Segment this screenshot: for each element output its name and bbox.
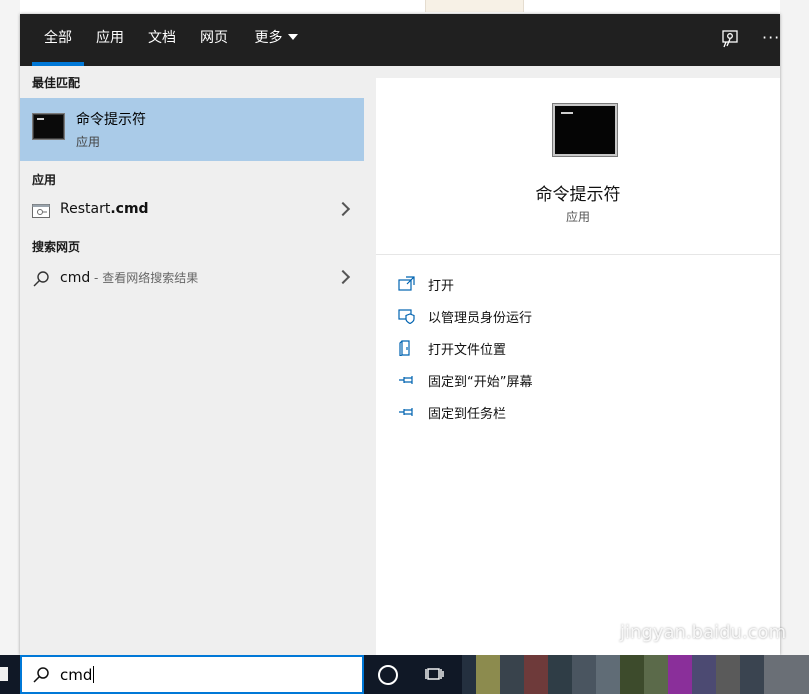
desktop-background-left [0, 0, 20, 655]
tab-documents-label: 文档 [148, 30, 176, 46]
apps-header: 应用 [32, 173, 57, 187]
start-button[interactable] [0, 667, 8, 681]
action-open-file-location-label: 打开文件位置 [428, 343, 507, 358]
script-file-icon [32, 203, 50, 222]
tab-web[interactable]: 网页 [192, 14, 236, 66]
chevron-right-icon[interactable] [335, 269, 351, 285]
cmd-icon [32, 113, 65, 140]
tab-more[interactable]: 更多 [246, 14, 306, 66]
list-item-restart-cmd[interactable]: Restart.cmd [20, 194, 364, 228]
watermark-text: jingyan.baidu.com [620, 622, 787, 643]
taskbar: cmd [0, 655, 809, 694]
search-input-value: cmd [60, 666, 95, 684]
tab-all[interactable]: 全部 [32, 14, 84, 66]
web-search-query: cmd [60, 270, 91, 286]
best-match-title: 命令提示符 [76, 112, 146, 128]
open-icon [398, 276, 416, 292]
best-match-subtitle: 应用 [76, 135, 101, 149]
web-search-label: cmd - 查看网络搜索结果 [60, 269, 198, 286]
search-icon [32, 666, 50, 688]
preview-title: 命令提示符 [535, 185, 621, 205]
search-panel: 全部 应用 文档 网页 更多 ··· 最佳匹配 命令提示符 应用 应用 Rest… [20, 14, 780, 655]
taskbar-apps [462, 655, 809, 694]
feedback-icon[interactable] [720, 28, 742, 50]
search-query-text: cmd [60, 666, 93, 684]
task-view-icon[interactable] [424, 664, 446, 684]
action-run-as-admin-label: 以管理员身份运行 [428, 311, 533, 326]
tab-documents[interactable]: 文档 [140, 14, 184, 66]
tab-more-label: 更多 [254, 30, 283, 46]
cortana-icon[interactable] [378, 665, 398, 685]
web-search-header: 搜索网页 [32, 240, 81, 254]
desktop-background-right [780, 0, 809, 655]
chevron-down-icon [287, 34, 298, 40]
app-item-label: Restart.cmd [60, 201, 149, 217]
preview-subtitle: 应用 [565, 210, 590, 224]
tab-web-label: 网页 [200, 30, 228, 46]
pin-icon [398, 404, 416, 420]
results-list: 最佳匹配 命令提示符 应用 应用 Restart.cmd 搜索网页 cmd - … [20, 66, 364, 655]
search-filter-bar: 全部 应用 文档 网页 更多 ··· [20, 14, 780, 66]
more-options-button[interactable]: ··· [762, 27, 784, 49]
action-pin-to-taskbar-label: 固定到任务栏 [428, 407, 507, 422]
pin-icon [398, 372, 416, 388]
list-item-web-search[interactable]: cmd - 查看网络搜索结果 [20, 262, 364, 296]
preview-pane: 命令提示符 应用 打开 以管理员身份运行 打开文件位置 固定到“开始”屏幕 固定… [376, 78, 780, 655]
best-match-header: 最佳匹配 [32, 76, 81, 90]
action-pin-to-start-label: 固定到“开始”屏幕 [428, 375, 533, 390]
best-match-item[interactable]: 命令提示符 应用 [20, 98, 364, 161]
app-item-name: Restart [60, 201, 111, 217]
web-search-suffix: - 查看网络搜索结果 [90, 271, 199, 285]
action-open-label: 打开 [428, 279, 455, 294]
divider [376, 254, 780, 255]
chevron-right-icon[interactable] [335, 201, 351, 217]
tab-all-label: 全部 [44, 30, 72, 46]
cmd-large-icon [553, 104, 617, 156]
search-icon [32, 270, 50, 292]
background-window-edge [425, 0, 524, 12]
tab-apps[interactable]: 应用 [88, 14, 132, 66]
folder-icon [398, 340, 416, 357]
tab-apps-label: 应用 [96, 30, 124, 46]
text-caret [93, 666, 95, 683]
app-item-ext: .cmd [110, 201, 149, 217]
shield-icon [398, 308, 416, 325]
search-input[interactable]: cmd [20, 655, 364, 694]
